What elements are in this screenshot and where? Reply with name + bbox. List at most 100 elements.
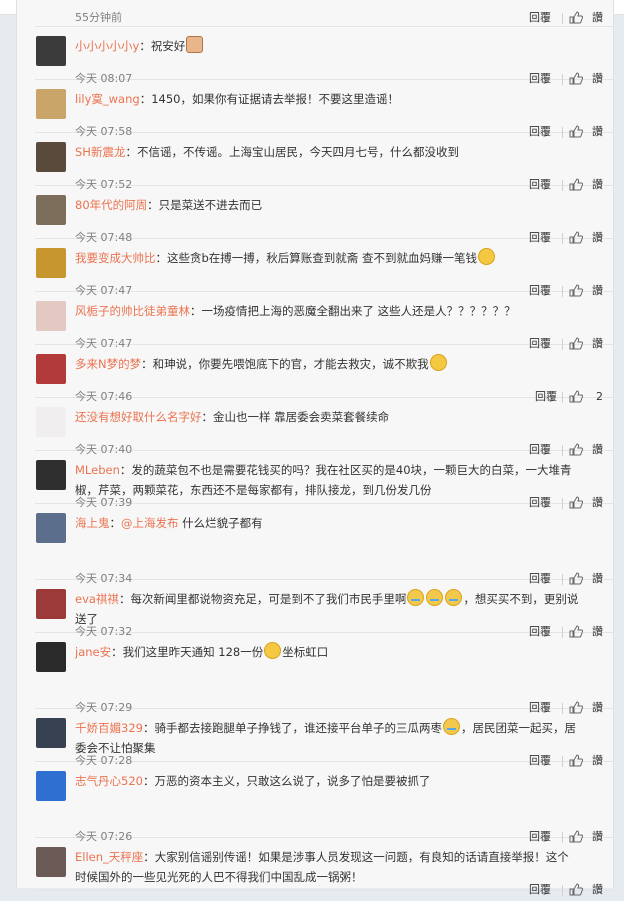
user-avatar[interactable] — [36, 771, 66, 801]
comment-content: 志气丹心520：万恶的资本主义，只敢这么说了，说多了怕是要被抓了 — [75, 771, 603, 791]
user-avatar[interactable] — [36, 407, 66, 437]
comment-body: 万恶的资本主义，只敢这么说了，说多了怕是要被抓了 — [154, 774, 431, 788]
colon: ： — [155, 251, 168, 265]
comment-content: 风栀子的帅比徒弟童林：一场疫情把上海的恶魔全翻出来了 这些人还是人？？？？？？ — [75, 301, 603, 321]
commenter-name[interactable]: 多来N梦的梦 — [75, 357, 141, 371]
comment-text: 志气丹心520：万恶的资本主义，只敢这么说了，说多了怕是要被抓了 — [75, 771, 603, 791]
like-button[interactable]: 讚 — [569, 10, 603, 26]
comment-content: 我要变成大帅比：这些贪b在搏一搏，秋后算账查到就斋 查不到就血妈赚一笔钱 — [75, 248, 603, 268]
commenter-name[interactable]: 风栀子的帅比徒弟童林 — [75, 304, 190, 318]
smile-emoji-icon — [264, 642, 282, 659]
comment-text: 还没有想好取什么名字好：金山也一样 靠居委会卖菜套餐续命 — [75, 407, 603, 427]
commenter-name[interactable]: SH新震龙 — [75, 145, 125, 159]
comment-body: 1450，如果你有证据请去举报！不要这里造谣！ — [151, 92, 399, 106]
colon: ： — [118, 592, 131, 606]
comment-text: 80年代的阿周：只是菜送不进去而已 — [75, 195, 603, 215]
commenter-name[interactable]: MLeben — [75, 463, 120, 477]
colon: ： — [139, 92, 152, 106]
commenter-name[interactable]: eva祺祺 — [75, 592, 119, 606]
comment-body: 只是菜送不进去而已 — [158, 198, 263, 212]
comment-body: 一场疫情把上海的恶魔全翻出来了 这些人还是人？？？？？？ — [201, 304, 516, 318]
smirk-emoji-icon — [429, 354, 447, 371]
comment-time: 55分钟前 — [75, 11, 122, 24]
user-avatar[interactable] — [36, 354, 66, 384]
comment-content: SH新震龙：不信谣，不传谣。上海宝山居民，今天四月七号，什么都没收到 — [75, 142, 603, 162]
comment-body: 金山也一样 靠居委会卖菜套餐续命 — [213, 410, 390, 424]
comment-text: 小小小小小y：祝安好 — [75, 36, 603, 56]
divider — [562, 13, 563, 24]
comment-text: lily寞_wang：1450，如果你有证据请去举报！不要这里造谣！ — [75, 89, 603, 109]
user-avatar[interactable] — [36, 142, 66, 172]
comment-text: 我要变成大帅比：这些贪b在搏一搏，秋后算账查到就斋 查不到就血妈赚一笔钱 — [75, 248, 603, 268]
comment-body: 坐标虹口 — [282, 645, 329, 659]
comment-item: eva祺祺：每次新闻里都说物资充足，可是到不了我们市民手里啊 ，想买买不到，更别说… — [35, 580, 613, 638]
user-avatar[interactable] — [36, 718, 66, 748]
comment-content: jane安：我们这里昨天通知 128一份 坐标虹口 — [75, 642, 603, 662]
commenter-name[interactable]: 80年代的阿周 — [75, 198, 147, 212]
reply-button[interactable]: 回覆 — [529, 882, 551, 898]
comment-content: eva祺祺：每次新闻里都说物资充足，可是到不了我们市民手里啊 ，想买买不到，更别说… — [75, 589, 603, 629]
comment-meta: 55分钟前 回覆 讚 — [75, 10, 603, 26]
comment-item: lily寞_wang：1450，如果你有证据请去举报！不要这里造谣！ 今天 07:… — [35, 80, 613, 138]
user-avatar[interactable] — [36, 513, 66, 543]
commenter-name[interactable]: jane安 — [75, 645, 111, 659]
comment-meta: 回覆 讚 — [75, 882, 603, 898]
commenter-name[interactable]: 我要变成大帅比 — [75, 251, 156, 265]
user-avatar[interactable] — [36, 589, 66, 619]
comment-text: Ellen_天秤座：大家别信谣别传谣！如果是涉事人员发现这一问题，有良知的话请直… — [75, 847, 603, 867]
comment-item: 80年代的阿周：只是菜送不进去而已 今天 07:48 回覆讚 — [35, 186, 613, 244]
comment-text-line: ，想买买不到，更别说 — [463, 592, 579, 606]
commenter-name[interactable]: 志气丹心520 — [75, 774, 143, 788]
user-avatar[interactable] — [36, 195, 66, 225]
comment-text: MLeben：发的蔬菜包不也是需要花钱买的吗？我在社区买的是40块，一颗巨大的白… — [75, 460, 603, 480]
comment-body: 和珅说，你要先喂饱底下的官，才能去救灾，诚不欺我 — [152, 357, 429, 371]
comment-text: eva祺祺：每次新闻里都说物资充足，可是到不了我们市民手里啊 ，想买买不到，更别说 — [75, 589, 603, 609]
cry-emoji-icon — [445, 589, 463, 606]
comment-content: 千娇百媚329：骑手都去接跑腿单子挣钱了，谁还接平台单子的三瓜两枣 ，居民团菜一起… — [75, 718, 603, 758]
user-avatar[interactable] — [36, 847, 66, 877]
comment-item: Ellen_天秤座：大家别信谣别传谣！如果是涉事人员发现这一问题，有良知的话请直… — [35, 838, 613, 896]
reply-button[interactable]: 回覆 — [529, 10, 551, 26]
commenter-name[interactable]: 千娇百媚329 — [75, 721, 143, 735]
comment-item: MLeben：发的蔬菜包不也是需要花钱买的吗？我在社区买的是40块，一颗巨大的白… — [35, 451, 613, 509]
thumbs-up-icon — [569, 11, 584, 24]
comment-text-line: 发的蔬菜包不也是需要花钱买的吗？我在社区买的是40块，一颗巨大的白菜，一大堆青 — [131, 463, 572, 477]
cry-emoji-icon — [407, 589, 425, 606]
colon: ： — [139, 39, 151, 53]
comment-content: 80年代的阿周：只是菜送不进去而已 — [75, 195, 603, 215]
colon: ： — [111, 645, 123, 659]
user-avatar[interactable] — [36, 248, 66, 278]
commenter-name[interactable]: 还没有想好取什么名字好 — [75, 410, 202, 424]
comment-item: 多来N梦的梦：和珅说，你要先喂饱底下的官，才能去救灾，诚不欺我 今天 07:46 回… — [35, 345, 613, 403]
comment-content: 多来N梦的梦：和珅说，你要先喂饱底下的官，才能去救灾，诚不欺我 — [75, 354, 603, 374]
comment-text-line: ，居民团菜一起买，居 — [460, 721, 576, 735]
comment-content: MLeben：发的蔬菜包不也是需要花钱买的吗？我在社区买的是40块，一颗巨大的白… — [75, 460, 603, 500]
user-avatar[interactable] — [36, 301, 66, 331]
commenter-name[interactable]: 小小小小小y — [75, 39, 139, 53]
colon: ： — [141, 357, 153, 371]
cry-emoji-icon — [442, 718, 460, 735]
colon: ： — [109, 516, 122, 530]
comment-content: lily寞_wang：1450，如果你有证据请去举报！不要这里造谣！ — [75, 89, 603, 109]
mention-link[interactable]: @上海发布 — [121, 516, 179, 530]
user-avatar[interactable] — [36, 89, 66, 119]
like-label: 讚 — [592, 11, 603, 24]
comment-item: 海上鬼：@上海发布 什么烂貌子都有 今天 07:34 回覆讚 — [35, 504, 613, 585]
commenter-name[interactable]: Ellen_天秤座 — [75, 850, 143, 864]
commenter-name[interactable]: lily寞_wang — [75, 92, 140, 106]
comment-text: 风栀子的帅比徒弟童林：一场疫情把上海的恶魔全翻出来了 这些人还是人？？？？？？ — [75, 301, 603, 321]
user-avatar[interactable] — [36, 460, 66, 490]
comment-body: 我们这里昨天通知 128一份 — [122, 645, 264, 659]
comment-content: 还没有想好取什么名字好：金山也一样 靠居委会卖菜套餐续命 — [75, 407, 603, 427]
commenter-name[interactable]: 海上鬼 — [75, 516, 110, 530]
like-button[interactable]: 讚 — [569, 882, 603, 898]
user-avatar[interactable] — [36, 36, 66, 66]
user-avatar[interactable] — [36, 642, 66, 672]
comment-list: 55分钟前 回覆讚小小小小小y：祝安好 今天 08:07 回覆讚 lily寞_wang：… — [35, 0, 613, 896]
divider — [562, 885, 563, 896]
comment-body: 这些贪b在搏一搏，秋后算账查到就斋 查不到就血妈赚一笔钱 — [167, 251, 477, 265]
comment-item: 我要变成大帅比：这些贪b在搏一搏，秋后算账查到就斋 查不到就血妈赚一笔钱 今天 0… — [35, 239, 613, 297]
comment-content: 海上鬼：@上海发布 什么烂貌子都有 — [75, 513, 603, 533]
cry-emoji-icon — [426, 589, 444, 606]
comment-item: 风栀子的帅比徒弟童林：一场疫情把上海的恶魔全翻出来了 这些人还是人？？？？？？今… — [35, 292, 613, 350]
